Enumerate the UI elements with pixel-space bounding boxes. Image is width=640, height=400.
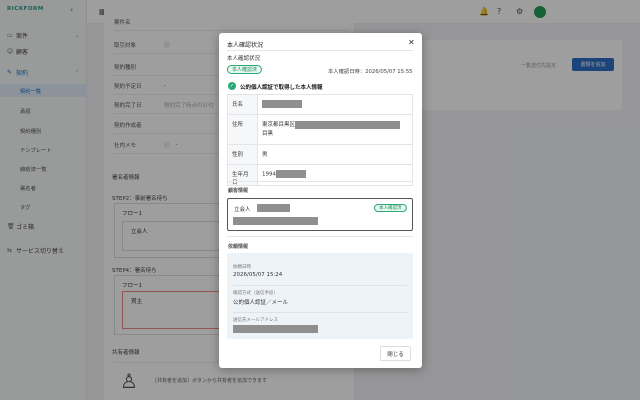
identity-verification-modal: 本人確認状況 ✕ 本人確認状況 本人確認済 本人確認日時：2026/05/07 …	[219, 33, 422, 368]
check-circle-icon: ✓	[228, 82, 236, 90]
status-subtitle: 本人確認状況	[227, 56, 261, 62]
redacted-block	[276, 170, 306, 178]
close-button[interactable]: 閉じる	[380, 346, 411, 361]
table-row: 住所 東京都目黒区 目黒	[228, 115, 412, 145]
close-icon[interactable]: ✕	[408, 38, 415, 47]
section-heading: 公的個人認証で取得した本人情報	[240, 85, 323, 91]
customer-heading: 顧客情報	[228, 188, 249, 194]
table-row: 生年月日 1994	[228, 165, 412, 186]
divider	[227, 181, 413, 182]
table-row: 性別 男	[228, 145, 412, 165]
request-heading: 依頼情報	[228, 244, 249, 250]
divider	[227, 50, 413, 51]
redacted-block	[262, 100, 302, 108]
modal-title: 本人確認状況	[227, 42, 264, 49]
redacted-block	[233, 217, 318, 225]
divider	[227, 236, 413, 237]
redacted-block	[233, 325, 318, 333]
request-info-box: 依頼日時 2026/05/07 15:24 確認方式（送信手段） 公的個人認証／…	[227, 253, 413, 339]
verified-datetime: 本人確認日時：2026/05/07 15:55	[328, 69, 413, 75]
status-badge: 本人確認済	[374, 204, 407, 212]
status-badge: 本人確認済	[227, 65, 263, 74]
identity-info-table: 氏名 住所 東京都目黒区 目黒 性別 男 生年月日 1994	[227, 94, 413, 186]
customer-card: 立会人 本人確認済	[227, 198, 413, 231]
table-row: 氏名	[228, 95, 412, 115]
redacted-block	[257, 204, 290, 212]
redacted-block	[295, 120, 401, 129]
